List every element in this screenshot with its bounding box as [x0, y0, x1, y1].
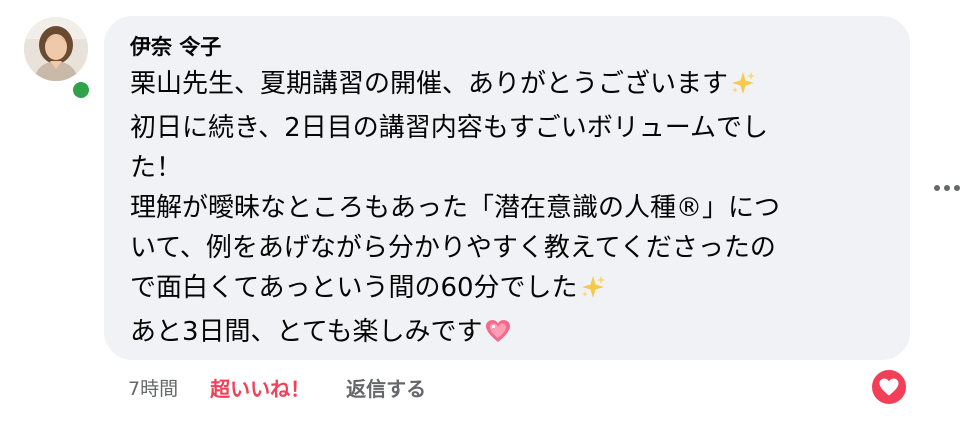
comment-line: 理解が曖昧なところもあった「潜在意識の人種®」につ [130, 193, 781, 223]
comment-line-text: あと3日間、とても楽しみです [130, 317, 483, 347]
comment-bubble: 伊奈 令子 栗山先生、夏期講習の開催、ありがとうございます 初日に続き、2日目の… [104, 16, 910, 360]
reaction-button[interactable]: 超いいね！ [210, 373, 310, 402]
comment-container: 伊奈 令子 栗山先生、夏期講習の開催、ありがとうございます 初日に続き、2日目の… [0, 0, 964, 422]
more-dot-icon [944, 185, 950, 191]
comment-author[interactable]: 伊奈 令子 [130, 34, 884, 60]
comment-line: で面白くてあっという間の60分でした [130, 268, 884, 312]
sparkles-emoji [730, 68, 756, 108]
reply-button[interactable]: 返信する [346, 373, 426, 402]
avatar[interactable] [24, 17, 88, 81]
more-options-button[interactable] [932, 178, 962, 198]
comment-actions: 7時間 超いいね！ 返信する [128, 372, 426, 402]
comment-line: いて、例をあげながら分かりやすく教えてくださったの [130, 233, 776, 263]
comment-timestamp[interactable]: 7時間 [128, 374, 178, 401]
sparkles-emoji [580, 272, 606, 312]
heart-icon [879, 378, 899, 396]
comment-line-text: 栗山先生、夏期講習の開催、ありがとうございます [130, 69, 729, 99]
comment-body: 栗山先生、夏期講習の開催、ありがとうございます 初日に続き、2日目の講習内容もす… [130, 64, 884, 356]
more-dot-icon [934, 185, 940, 191]
comment-line: た！ [130, 153, 183, 183]
avatar-wrap[interactable] [24, 17, 92, 101]
comment-line: 栗山先生、夏期講習の開催、ありがとうございます [130, 64, 884, 108]
comment-line: あと3日間、とても楽しみです [130, 312, 884, 356]
comment-line-text: で面白くてあっという間の60分でした [130, 273, 578, 303]
reaction-summary[interactable] [870, 368, 908, 406]
more-dot-icon [954, 185, 960, 191]
sparkling-heart-emoji [484, 316, 512, 356]
comment-line: 初日に続き、2日目の講習内容もすごいボリュームでし [130, 113, 768, 143]
online-status-indicator [70, 79, 92, 101]
avatar-image [24, 17, 88, 81]
